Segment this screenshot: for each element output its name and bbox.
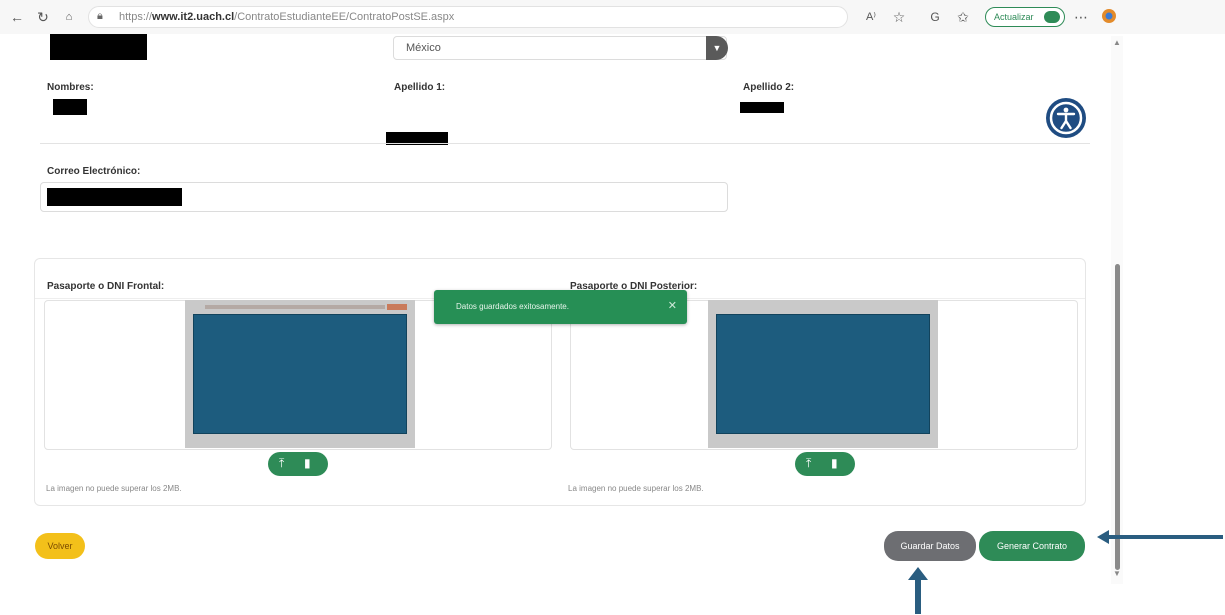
annotation-arrow-left-icon: [1097, 530, 1223, 544]
back-size-hint: La imagen no puede superar los 2MB.: [568, 484, 704, 493]
trash-icon[interactable]: ▮: [831, 456, 838, 470]
url-text: https://www.it2.uach.cl/ContratoEstudian…: [119, 11, 455, 23]
success-toast: Datos guardados exitosamente. ✕: [434, 290, 687, 324]
browser-essentials-icon[interactable]: G: [926, 8, 944, 26]
country-select[interactable]: México ▼: [393, 36, 728, 60]
home-icon[interactable]: ⌂: [60, 8, 78, 26]
apellido2-label: Apellido 2:: [743, 82, 795, 93]
section-divider: [40, 143, 1090, 144]
accessibility-icon: [1049, 101, 1083, 135]
read-aloud-icon[interactable]: A⁾: [862, 8, 880, 26]
page-root: ← ↻ ⌂ 🔒︎ https://www.it2.uach.cl/Contrat…: [0, 0, 1225, 615]
favorite-star-icon[interactable]: ☆: [890, 8, 908, 26]
nombres-value-redacted: [53, 99, 87, 115]
correo-label: Correo Electrónico:: [47, 166, 141, 177]
scroll-up-icon[interactable]: ▲: [1113, 38, 1121, 47]
accessibility-button[interactable]: [1046, 98, 1086, 138]
annotation-arrow-up-icon: [908, 567, 928, 614]
back-document-image: [708, 300, 938, 448]
front-size-hint: La imagen no puede superar los 2MB.: [46, 484, 182, 493]
back-arrow-icon[interactable]: ←: [8, 8, 26, 26]
toast-message: Datos guardados exitosamente.: [456, 302, 569, 311]
browser-toolbar: ← ↻ ⌂ 🔒︎ https://www.it2.uach.cl/Contrat…: [0, 0, 1225, 34]
trash-icon[interactable]: ▮: [304, 456, 311, 470]
update-button[interactable]: Actualizar: [985, 7, 1065, 27]
front-document-image: [185, 300, 415, 448]
address-bar[interactable]: 🔒︎ https://www.it2.uach.cl/ContratoEstud…: [88, 6, 848, 28]
close-icon[interactable]: ✕: [668, 299, 677, 312]
upload-icon[interactable]: ⤒: [806, 456, 811, 471]
country-value: México: [406, 42, 441, 54]
more-menu-icon[interactable]: ⋯: [1072, 8, 1090, 26]
upload-icon[interactable]: ⤒: [279, 456, 284, 471]
generar-contrato-button[interactable]: Generar Contrato: [979, 531, 1085, 561]
scroll-down-icon[interactable]: ▼: [1113, 569, 1121, 578]
nombres-label: Nombres:: [47, 82, 94, 93]
chevron-down-icon[interactable]: ▼: [706, 36, 728, 60]
volver-button[interactable]: Volver: [35, 533, 85, 559]
guardar-datos-button[interactable]: Guardar Datos: [884, 531, 976, 561]
email-value-redacted: [47, 188, 182, 206]
update-indicator-icon: [1044, 11, 1060, 23]
scrollbar-thumb[interactable]: [1115, 264, 1120, 570]
front-image-actions: ⤒ ▮: [268, 452, 328, 476]
apellido2-value-redacted: [740, 102, 784, 113]
back-image-actions: ⤒ ▮: [795, 452, 855, 476]
lock-icon: 🔒︎: [97, 10, 103, 22]
refresh-icon[interactable]: ↻: [34, 8, 52, 26]
front-document-label: Pasaporte o DNI Frontal:: [47, 281, 165, 292]
copilot-icon[interactable]: [1100, 8, 1118, 26]
apellido1-label: Apellido 1:: [394, 82, 446, 93]
redacted-field: [50, 34, 147, 60]
favorites-icon[interactable]: ✩: [954, 8, 972, 26]
